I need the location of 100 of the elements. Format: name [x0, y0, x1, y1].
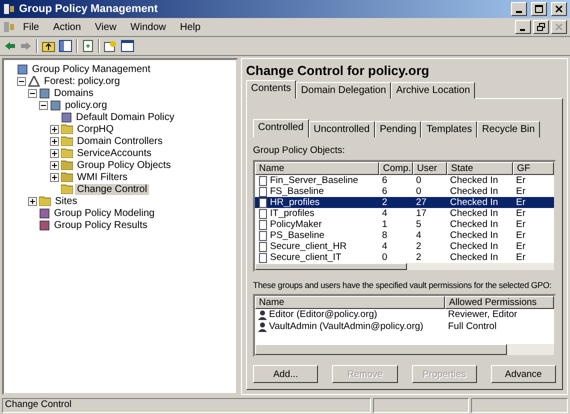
tab[interactable]: Contents: [246, 80, 296, 99]
table-cell: FS_Baseline: [270, 186, 324, 197]
menu-item[interactable]: Window: [124, 20, 172, 34]
list-label: Group Policy Objects:: [253, 145, 346, 156]
user-icon: [258, 310, 267, 320]
horizontal-scrollbar[interactable]: [255, 263, 554, 270]
tab[interactable]: Domain Delegation: [296, 82, 392, 99]
column-header[interactable]: GF: [513, 162, 554, 175]
table-cell: Secure_client_HR: [270, 241, 347, 252]
list-row[interactable]: IT_profiles 4 17 Checked In Er: [255, 208, 554, 219]
column-header[interactable]: Comp.: [379, 162, 413, 175]
table-cell: Checked In: [450, 186, 498, 197]
tree-item[interactable]: CorpHQ: [75, 124, 116, 134]
table-cell: 0: [382, 252, 388, 263]
column-header[interactable]: State: [447, 162, 513, 175]
table-cell: 4: [382, 241, 388, 252]
table-cell: 8: [382, 230, 388, 241]
table-cell: Checked In: [450, 208, 498, 219]
expand-icon[interactable]: [50, 160, 59, 170]
table-cell: 0: [416, 186, 422, 197]
expand-icon[interactable]: [28, 196, 37, 206]
list-row[interactable]: PolicyMaker 1 5 Checked In Er: [255, 219, 554, 230]
folder-icon: [61, 124, 73, 134]
list-row[interactable]: Fin_Server_Baseline 6 0 Checked In Er: [255, 175, 554, 186]
tree-item[interactable]: Change Control: [75, 184, 150, 194]
list-row[interactable]: FS_Baseline 6 0 Checked In Er: [255, 186, 554, 197]
action-button[interactable]: Advance: [490, 365, 556, 383]
collapse-icon[interactable]: [17, 76, 26, 86]
tree-item[interactable]: Domain Controllers: [75, 136, 165, 146]
list-row[interactable]: HR_profiles 2 27 Checked In Er: [255, 197, 554, 208]
export-icon[interactable]: [82, 40, 94, 52]
folder-icon: [39, 196, 51, 206]
panel-title: Change Control for policy.org: [246, 63, 430, 78]
horizontal-scrollbar[interactable]: [255, 344, 554, 355]
tree-item[interactable]: Group Policy Results: [52, 220, 150, 230]
tab[interactable]: Templates: [421, 121, 478, 138]
close-button[interactable]: [551, 2, 567, 16]
tab[interactable]: Controlled: [253, 119, 309, 138]
table-cell: Checked In: [450, 252, 498, 263]
table-cell: Er: [516, 241, 526, 252]
table-cell: VaultAdmin (VaultAdmin@policy.org): [269, 321, 424, 332]
tree-item[interactable]: Group Policy Management: [30, 64, 152, 74]
table-cell: Checked In: [450, 241, 498, 252]
table-cell: 17: [416, 208, 427, 219]
column-header[interactable]: Name: [255, 162, 379, 175]
expand-icon[interactable]: [50, 124, 59, 134]
expand-icon[interactable]: [50, 136, 59, 146]
list-row[interactable]: PS_Baseline 8 4 Checked In Er: [255, 230, 554, 241]
table-cell: Checked In: [450, 219, 498, 230]
tab[interactable]: Recycle Bin: [477, 121, 540, 138]
tree-item[interactable]: Domains: [52, 88, 96, 98]
table-cell: IT_profiles: [270, 208, 314, 219]
menu-item[interactable]: File: [17, 20, 46, 34]
table-cell: Er: [516, 219, 526, 230]
expand-icon[interactable]: [50, 172, 59, 182]
tree-item[interactable]: Forest: policy.org: [42, 76, 122, 86]
menu-item[interactable]: Help: [174, 20, 207, 34]
table-cell: 5: [416, 219, 422, 230]
tab[interactable]: Uncontrolled: [308, 121, 375, 138]
tree-item[interactable]: Default Domain Policy: [74, 112, 176, 122]
column-header[interactable]: Allowed Permissions: [445, 296, 554, 309]
minimize-button[interactable]: [515, 20, 531, 34]
table-cell: PolicyMaker: [270, 219, 322, 230]
tree-item[interactable]: Group Policy Objects: [75, 160, 173, 170]
list-row[interactable]: Secure_client_HR 4 2 Checked In Er: [255, 241, 554, 252]
tab[interactable]: Pending: [374, 121, 422, 138]
column-header[interactable]: Name: [255, 296, 445, 309]
restore-button[interactable]: [533, 20, 549, 34]
table-cell: Fin_Server_Baseline: [270, 175, 358, 186]
table-cell: Checked In: [450, 175, 498, 186]
tree-item[interactable]: ServiceAccounts: [75, 148, 154, 158]
collapse-icon[interactable]: [28, 88, 37, 98]
folder-up-icon[interactable]: [42, 40, 55, 52]
app-icon: [3, 21, 15, 33]
maximize-button[interactable]: [531, 2, 547, 16]
expand-icon[interactable]: [50, 148, 59, 158]
menu-item[interactable]: Action: [47, 20, 87, 34]
close-button[interactable]: [551, 20, 567, 34]
menu-item[interactable]: View: [88, 20, 122, 34]
column-header[interactable]: User: [413, 162, 447, 175]
user-icon: [258, 322, 267, 332]
table-cell: 6: [382, 175, 388, 186]
maximize-icon: [535, 5, 543, 13]
tree-item[interactable]: Sites: [53, 196, 80, 206]
collapse-icon[interactable]: [39, 100, 48, 110]
list-row[interactable]: Secure_client_IT 0 2 Checked In Er: [255, 252, 554, 263]
action-button[interactable]: Add...: [253, 365, 318, 383]
tree-item[interactable]: Group Policy Modeling: [52, 208, 157, 218]
folder-icon: [61, 148, 73, 158]
panes-icon[interactable]: [59, 40, 72, 52]
tree-item[interactable]: policy.org: [63, 100, 110, 110]
table-cell: Er: [516, 197, 526, 208]
table-cell: 2: [382, 197, 388, 208]
folder-icon: [61, 184, 73, 194]
back-arrow-icon[interactable]: [4, 41, 16, 51]
minimize-button[interactable]: [511, 2, 527, 16]
tree-item[interactable]: WMI Filters: [75, 172, 130, 182]
window-icon[interactable]: [121, 40, 134, 52]
tab[interactable]: Archive Location: [391, 82, 476, 99]
table-cell: Er: [516, 186, 526, 197]
